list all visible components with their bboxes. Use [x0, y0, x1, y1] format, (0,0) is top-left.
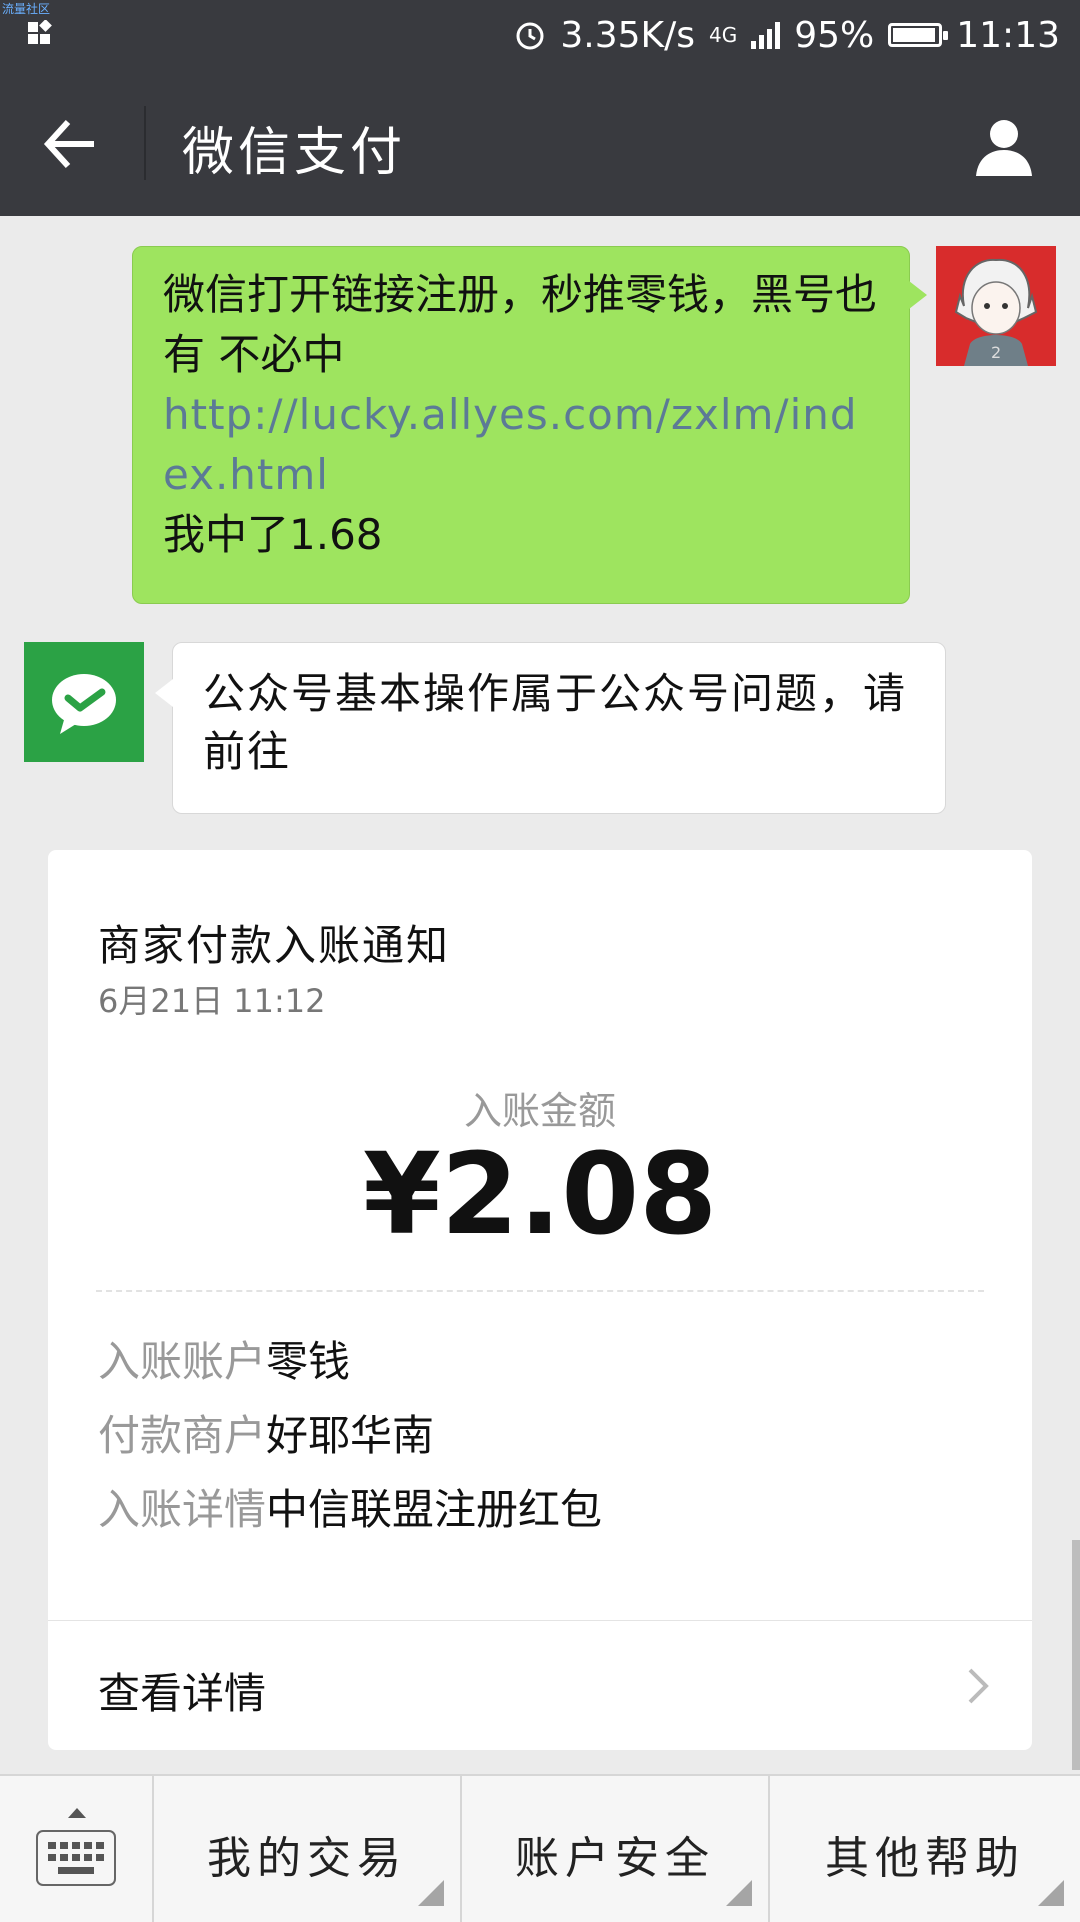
user-avatar[interactable]: 2: [936, 246, 1056, 366]
user-message-text-2: 我中了1.68: [163, 510, 383, 559]
user-message-bubble[interactable]: 微信打开链接注册，秒推零钱，黑号也有 不必中 http://lucky.ally…: [132, 246, 927, 604]
scrollbar[interactable]: [1072, 1540, 1080, 1770]
alarm-icon: [516, 22, 544, 50]
bottom-menu-bar: 我的交易 账户安全 其他帮助: [0, 1774, 1080, 1922]
menu-label: 我的交易: [207, 1833, 407, 1884]
chat-area: 2 微信打开链接注册，秒推零钱，黑号也有 不必中 http://lucky.al…: [0, 216, 1080, 1776]
nav-bar: 微信支付: [0, 70, 1080, 216]
battery-icon: [888, 23, 949, 47]
back-arrow-icon[interactable]: [40, 116, 100, 172]
nav-divider: [144, 106, 146, 180]
menu-label: 其他帮助: [825, 1833, 1025, 1884]
info-key: 入账详情: [98, 1485, 267, 1534]
network-type: 4G: [709, 23, 738, 47]
chevron-right-icon: [968, 1668, 989, 1704]
view-details-label: 查看详情: [98, 1669, 267, 1718]
info-row-merchant: 付款商户好耶华南: [98, 1402, 434, 1463]
info-key: 付款商户: [98, 1411, 267, 1460]
clock: 11:13: [956, 14, 1060, 56]
expand-up-icon: [68, 1808, 86, 1818]
keyboard-toggle-button[interactable]: [0, 1776, 154, 1922]
info-value: 中信联盟注册红包: [266, 1485, 603, 1534]
network-speed: 3.35K/s: [560, 14, 695, 56]
reply-message-bubble[interactable]: 公众号基本操作属于公众号问题，请前往: [155, 642, 946, 814]
message-link[interactable]: http://lucky.allyes.com/zxlm/index.html: [163, 385, 879, 505]
card-title: 商家付款入账通知: [98, 921, 451, 970]
status-bar: 流量社区 3.35K/s 4G 95% 11:13: [0, 0, 1080, 70]
page-title: 微信支付: [182, 123, 407, 183]
menu-account-security[interactable]: 账户安全: [462, 1776, 770, 1922]
info-key: 入账账户: [98, 1337, 267, 1386]
submenu-indicator-icon: [418, 1880, 444, 1906]
amount-label: 入账金额: [463, 1089, 616, 1133]
wechat-pay-avatar[interactable]: [24, 642, 144, 762]
card-date: 6月21日 11:12: [98, 982, 326, 1020]
keyboard-icon: [36, 1830, 116, 1886]
menu-my-transactions[interactable]: 我的交易: [154, 1776, 462, 1922]
amount-value: ¥2.08: [362, 1130, 718, 1260]
svg-text:2: 2: [991, 343, 1001, 362]
submenu-indicator-icon: [726, 1880, 752, 1906]
view-details-button[interactable]: 查看详情: [48, 1622, 1032, 1750]
reply-message-text: 公众号基本操作属于公众号问题，请前往: [203, 669, 908, 776]
menu-label: 账户安全: [515, 1833, 715, 1884]
anime-avatar-icon: 2: [936, 246, 1056, 366]
info-row-account: 入账账户零钱: [98, 1328, 350, 1389]
info-row-detail: 入账详情中信联盟注册红包: [98, 1476, 602, 1537]
battery-fill: [893, 28, 936, 42]
battery-percent: 95%: [794, 14, 875, 56]
submenu-indicator-icon: [1038, 1880, 1064, 1906]
watermark-text: 流量社区: [2, 2, 51, 16]
card-divider: [48, 1620, 1032, 1621]
app-grid-icon: [28, 20, 52, 44]
info-value: 好耶华南: [266, 1411, 435, 1460]
status-indicators: 3.35K/s 4G 95% 11:13: [514, 10, 1060, 60]
info-value: 零钱: [266, 1337, 351, 1386]
wechat-pay-logo-icon: [52, 674, 116, 734]
user-profile-icon[interactable]: [972, 114, 1036, 178]
payment-notification-card[interactable]: 商家付款入账通知 6月21日 11:12 入账金额 ¥2.08 入账账户零钱 付…: [48, 850, 1032, 1750]
menu-other-help[interactable]: 其他帮助: [770, 1776, 1080, 1922]
dashed-divider: [96, 1290, 984, 1292]
user-message-text: 微信打开链接注册，秒推零钱，黑号也有 不必中: [163, 270, 878, 379]
signal-strength-icon: [751, 21, 781, 49]
